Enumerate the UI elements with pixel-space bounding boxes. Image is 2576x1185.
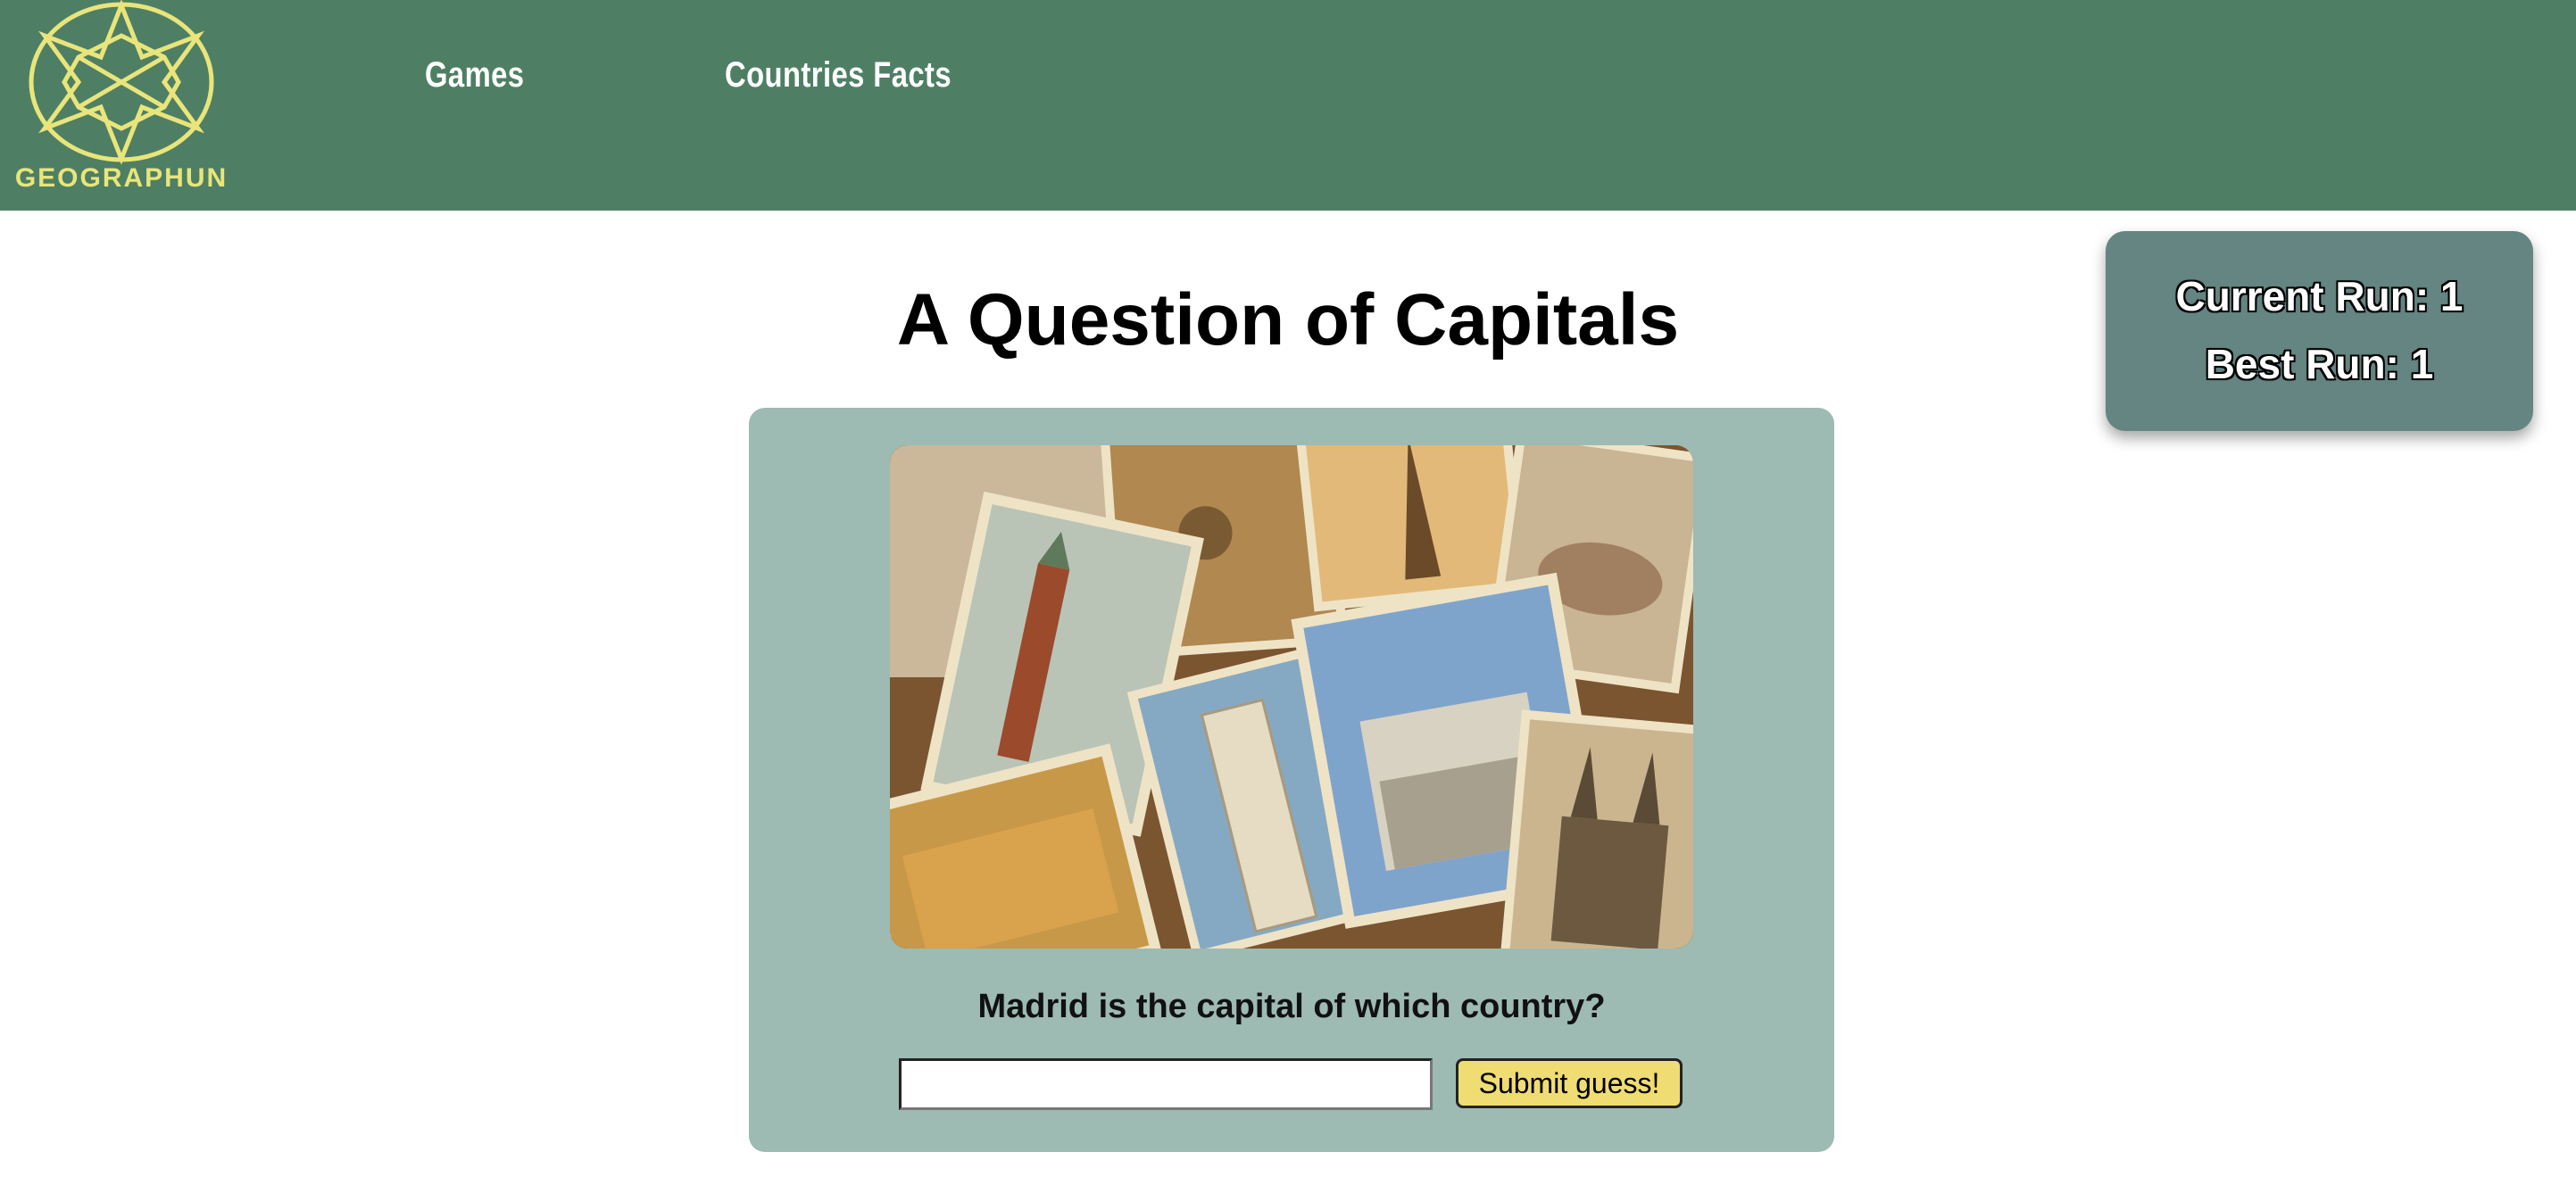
- nav-countries-facts-link[interactable]: Countries Facts: [725, 55, 951, 95]
- nav-games-link[interactable]: Games: [425, 55, 524, 95]
- page-title: A Question of Capitals: [896, 279, 1680, 360]
- answer-input[interactable]: [899, 1058, 1433, 1110]
- geographun-logo[interactable]: GEOGRAPHUN: [12, 0, 227, 198]
- vintage-landmark-postcards-image: [890, 445, 1693, 949]
- compass-star-icon: GEOGRAPHUN: [15, 0, 227, 193]
- question-text: Madrid is the capital of which country?: [977, 988, 1606, 1025]
- submit-guess-button[interactable]: Submit guess!: [1456, 1058, 1683, 1108]
- brand-wordmark: GEOGRAPHUN: [15, 163, 227, 193]
- quiz-card: Madrid is the capital of which country? …: [749, 408, 1834, 1152]
- site-header: GEOGRAPHUN Games Countries Facts: [0, 0, 2576, 211]
